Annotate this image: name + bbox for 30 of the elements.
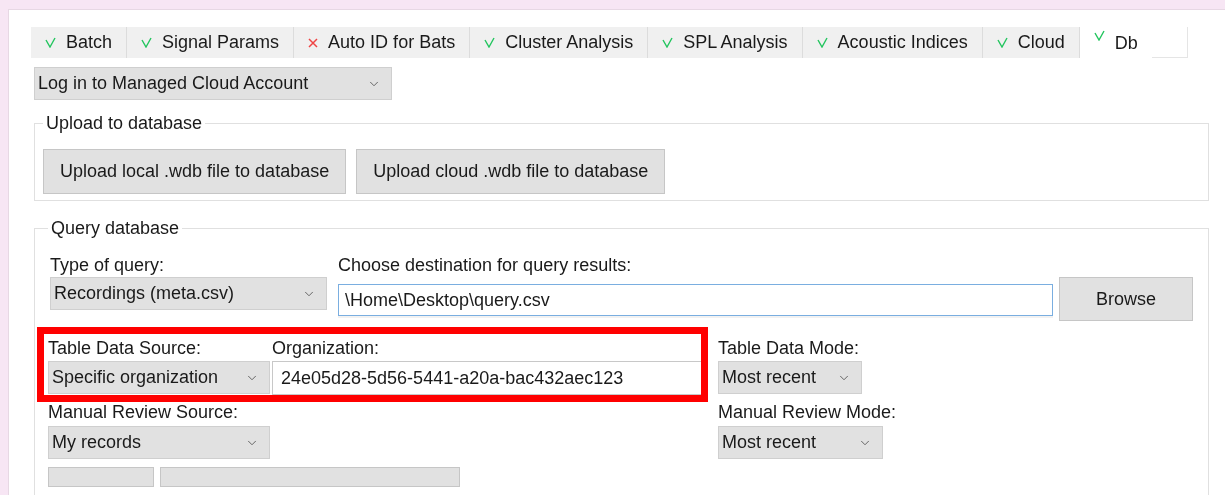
partial-button[interactable] [160, 467, 460, 487]
destination-field[interactable]: \Home\Desktop\query.csv [338, 284, 1053, 316]
field-label: Type of query: [50, 254, 166, 276]
tab[interactable]: Cloud [982, 27, 1080, 58]
group-title: Upload to database [45, 112, 204, 135]
field-label: Manual Review Mode: [718, 401, 897, 423]
query-type-dropdown[interactable]: Recordings (meta.csv) [50, 277, 327, 310]
tab[interactable]: Auto ID for Bats [294, 27, 471, 58]
review-source-dropdown[interactable]: My records [48, 426, 270, 459]
account-dropdown[interactable]: Log in to Managed Cloud Account [34, 67, 392, 100]
field-label: Choose destination for query results: [338, 254, 633, 276]
tab[interactable]: Acoustic Indices [802, 27, 983, 58]
review-mode-dropdown[interactable]: Most recent [718, 426, 883, 459]
table-source-dropdown[interactable]: Specific organization [48, 361, 270, 394]
field-label: Table Data Mode: [718, 337, 861, 359]
tab[interactable]: SPL Analysis [648, 27, 803, 58]
tab[interactable]: Signal Params [127, 27, 295, 58]
field-label: Organization: [272, 337, 381, 359]
tab-strip-end [1151, 27, 1188, 58]
partial-button[interactable] [48, 467, 154, 487]
field-label: Manual Review Source: [48, 401, 240, 423]
organization-field[interactable]: 24e05d28-5d56-5441-a20a-bac432aec123 [272, 361, 704, 395]
tab[interactable]: Batch [31, 27, 128, 58]
field-label: Table Data Source: [48, 337, 203, 359]
group-title: Query database [50, 217, 181, 240]
upload-button[interactable]: Upload cloud .wdb file to database [356, 149, 666, 194]
tab[interactable]: Cluster Analysis [470, 27, 649, 58]
table-mode-dropdown[interactable]: Most recent [718, 361, 862, 394]
upload-button[interactable]: Upload local .wdb file to database [43, 149, 347, 194]
browse-button[interactable]: Browse [1059, 277, 1193, 321]
